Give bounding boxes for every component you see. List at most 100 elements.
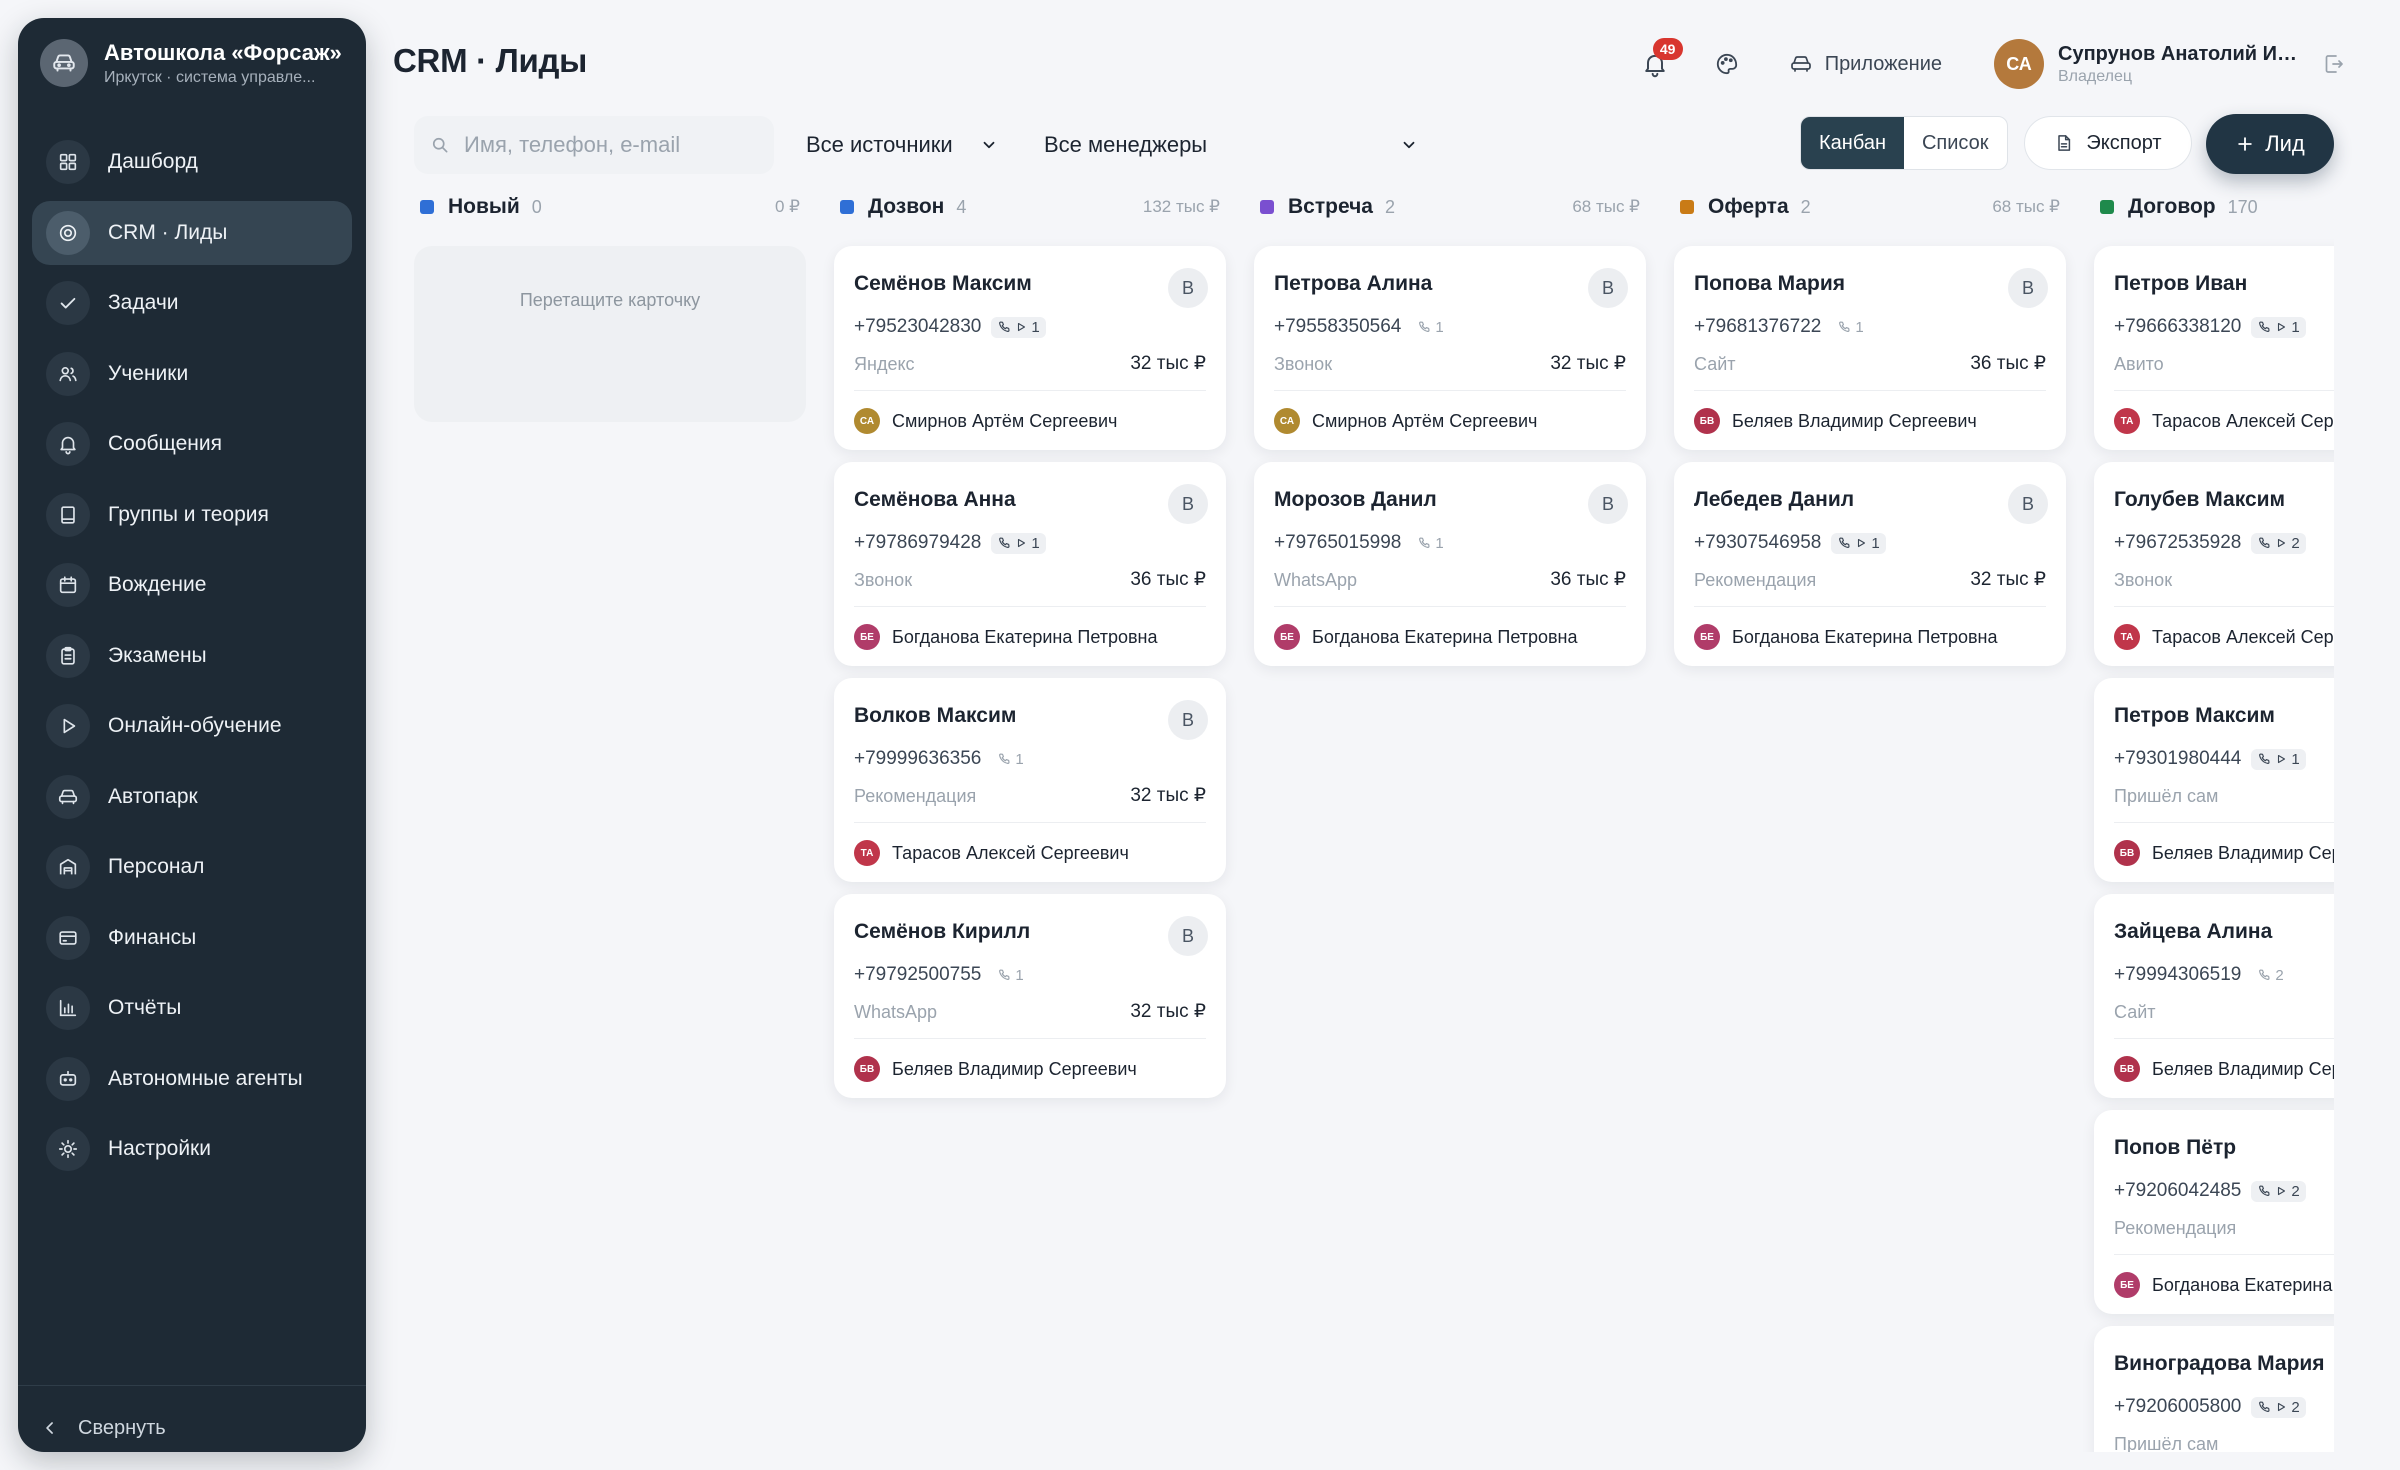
collapse-sidebar-button[interactable]: Свернуть xyxy=(40,1406,166,1450)
lead-card[interactable]: Зайцева Алина +79994306519 2 Сайт БВ Беляев В… xyxy=(2094,894,2334,1098)
sidebar-item-settings[interactable]: Настройки xyxy=(32,1117,352,1181)
phone-icon xyxy=(997,752,1011,766)
lead-price: 36 тыс ₽ xyxy=(1550,569,1626,590)
phone-icon xyxy=(2257,536,2271,550)
user-menu[interactable]: СА Супрунов Анатолий Ив... Владелец xyxy=(1994,39,2298,89)
lead-price: 32 тыс ₽ xyxy=(1130,353,1206,374)
sidebar-item-exams[interactable]: Экзамены xyxy=(32,624,352,688)
theme-button[interactable] xyxy=(1705,42,1749,86)
lead-card[interactable]: Петров Иван +79666338120 1 Авито ТА Тарасов А… xyxy=(2094,246,2334,450)
play-icon xyxy=(2275,1401,2287,1413)
lead-card[interactable]: Попова Мария В +79681376722 1 Сайт 36 тыс ₽ БВ… xyxy=(1674,246,2066,450)
lead-card[interactable]: Семёнов Кирилл В +79792500755 1 WhatsApp 32 т… xyxy=(834,894,1226,1098)
column-count: 2 xyxy=(1384,196,1395,217)
avatar: СА xyxy=(1994,39,2044,89)
sidebar-item-tasks[interactable]: Задачи xyxy=(32,271,352,335)
lead-phone: +79558350564 xyxy=(1274,316,1402,337)
manager-name: Богданова Екатерина Петровна xyxy=(1732,626,1998,647)
search-input[interactable] xyxy=(464,132,744,158)
sidebar-item-messages[interactable]: Сообщения xyxy=(32,412,352,476)
app-link-label: Приложение xyxy=(1824,52,1942,75)
add-lead-button[interactable]: Лид xyxy=(2206,114,2334,174)
lead-phone-row: +79301980444 1 xyxy=(2114,748,2306,770)
export-button[interactable]: Экспорт xyxy=(2024,116,2192,170)
sidebar-item-driving[interactable]: Вождение xyxy=(32,553,352,617)
lead-card[interactable]: Попов Пётр +79206042485 2 Рекомендация БЕ Бог… xyxy=(2094,1110,2334,1314)
call-count-chip: 1 xyxy=(1411,317,1449,338)
lead-card[interactable]: Виноградова Мария +79206005800 2 Пришёл сам xyxy=(2094,1326,2334,1452)
app-link[interactable]: Приложение xyxy=(1789,52,1942,76)
lead-card[interactable]: Петрова Алина В +79558350564 1 Звонок 32 тыс … xyxy=(1254,246,1646,450)
sidebar-item-students[interactable]: Ученики xyxy=(32,342,352,406)
call-count: 2 xyxy=(2291,1398,2300,1416)
column-header: Встреча 2 68 тыс ₽ xyxy=(1254,190,1646,224)
sidebar-item-label: Автономные агенты xyxy=(108,1066,303,1090)
source-select[interactable]: Все источники xyxy=(792,116,1012,174)
lead-badge[interactable]: В xyxy=(2008,268,2048,308)
sidebar-item-crm-leads[interactable]: CRM · Лиды xyxy=(32,200,352,265)
lead-source: Сайт xyxy=(2114,1002,2156,1022)
lead-card[interactable]: Голубев Максим +79672535928 2 Звонок ТА Тарас… xyxy=(2094,462,2334,666)
lead-card[interactable]: Петров Максим +79301980444 1 Пришёл сам БВ Бе… xyxy=(2094,678,2334,882)
lead-phone: +79994306519 xyxy=(2114,964,2242,985)
lead-badge[interactable]: В xyxy=(1168,916,1208,956)
sidebar-item-online-learning[interactable]: Онлайн-обучение xyxy=(32,694,352,758)
column-header: Новый 0 0 ₽ xyxy=(414,190,806,224)
view-list-button[interactable]: Список xyxy=(1904,117,2007,169)
kanban-board: Новый 0 0 ₽ Перетащите карточку Дозвон 4 132 т… xyxy=(414,190,2334,1452)
lead-badge[interactable]: В xyxy=(1588,268,1628,308)
lead-card[interactable]: Лебедев Данил В +79307546958 1 Рекомендация 3… xyxy=(1674,462,2066,666)
card-divider xyxy=(854,822,1206,823)
manager-select[interactable]: Все менеджеры xyxy=(1030,116,1432,174)
kanban-column-contract: Договор 170 Петров Иван +79666338120 1 Авито Т… xyxy=(2094,190,2334,1452)
sidebar-item-fleet[interactable]: Автопарк xyxy=(32,765,352,829)
lead-source: Звонок xyxy=(854,570,913,590)
lead-card[interactable]: Волков Максим В +79999636356 1 Рекомендация 3… xyxy=(834,678,1226,882)
lead-price: 32 тыс ₽ xyxy=(1130,785,1206,806)
lead-phone: +79307546958 xyxy=(1694,532,1822,553)
lead-badge[interactable]: В xyxy=(1168,700,1208,740)
sidebar-item-groups-theory[interactable]: Группы и теория xyxy=(32,483,352,547)
bell-icon xyxy=(46,422,90,466)
sidebar-item-finance[interactable]: Финансы xyxy=(32,906,352,970)
column-header: Дозвон 4 132 тыс ₽ xyxy=(834,190,1226,224)
view-kanban-button[interactable]: Канбан xyxy=(1801,117,1904,169)
column-sum: 0 ₽ xyxy=(775,197,800,216)
call-count: 1 xyxy=(1435,318,1444,336)
sidebar-item-autonomous-agents[interactable]: Автономные агенты xyxy=(32,1047,352,1111)
lead-card[interactable]: Семёнов Максим В +79523042830 1 Яндекс 32 тыс… xyxy=(834,246,1226,450)
bar-chart-icon xyxy=(46,986,90,1030)
call-count: 1 xyxy=(2291,750,2300,768)
sidebar-item-reports[interactable]: Отчёты xyxy=(32,976,352,1040)
lead-badge[interactable]: В xyxy=(2008,484,2048,524)
lead-manager: СА Смирнов Артём Сергеевич xyxy=(854,408,1117,434)
book-icon xyxy=(46,492,90,537)
check-icon xyxy=(46,281,90,325)
notifications-button[interactable]: 49 xyxy=(1633,38,1683,86)
sidebar-item-staff[interactable]: Персонал xyxy=(32,835,352,899)
column-title: Новый xyxy=(448,195,520,218)
phone-icon xyxy=(997,536,1011,550)
manager-avatar: СА xyxy=(1274,408,1300,434)
lead-card[interactable]: Семёнова Анна В +79786979428 1 Звонок 36 тыс … xyxy=(834,462,1226,666)
lead-manager: БВ Беляев Владимир Сергеевич xyxy=(854,1056,1137,1082)
card-divider xyxy=(2114,606,2334,607)
topbar: 49 Приложение СА Супрунов Анатолий Ив...… xyxy=(1633,32,2356,96)
sidebar-item-dashboard[interactable]: Дашборд xyxy=(32,130,352,194)
lead-badge[interactable]: В xyxy=(1168,484,1208,524)
empty-drop-zone[interactable]: Перетащите карточку xyxy=(414,246,806,422)
manager-avatar: БЕ xyxy=(2114,1272,2140,1298)
sidebar-item-label: Автопарк xyxy=(108,784,198,808)
lead-badge[interactable]: В xyxy=(1588,484,1628,524)
phone-icon xyxy=(997,320,1011,334)
card-divider xyxy=(2114,390,2334,391)
lead-card[interactable]: Морозов Данил В +79765015998 1 WhatsApp 36 ты… xyxy=(1254,462,1646,666)
manager-name: Богданова Екатерина Петровна xyxy=(892,626,1158,647)
logout-button[interactable] xyxy=(2312,42,2356,86)
card-divider xyxy=(854,606,1206,607)
call-count: 2 xyxy=(2291,1182,2300,1200)
sidebar-item-label: Дашборд xyxy=(108,150,198,173)
lead-badge[interactable]: В xyxy=(1168,268,1208,308)
lead-source: Пришёл сам xyxy=(2114,786,2219,806)
play-icon xyxy=(46,704,90,748)
